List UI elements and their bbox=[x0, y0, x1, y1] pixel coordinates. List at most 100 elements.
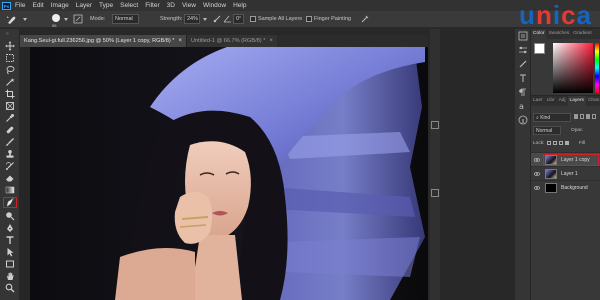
layer-row-layer-1-copy[interactable]: Layer 1 copy bbox=[531, 152, 600, 166]
eraser-tool[interactable] bbox=[3, 172, 17, 183]
menu-type[interactable]: Type bbox=[99, 2, 113, 9]
lasso-tool[interactable] bbox=[3, 64, 17, 75]
brush-tool[interactable] bbox=[3, 136, 17, 147]
panel-dock: a bbox=[515, 29, 531, 300]
close-icon[interactable]: × bbox=[269, 35, 273, 47]
filter-shape-icon[interactable] bbox=[592, 114, 596, 119]
preset-dropdown-icon[interactable] bbox=[20, 14, 30, 24]
healing-brush-tool[interactable] bbox=[3, 124, 17, 135]
gradient-tool[interactable] bbox=[3, 184, 17, 195]
close-icon[interactable]: × bbox=[178, 35, 182, 47]
glyphs-icon[interactable]: a bbox=[518, 101, 528, 111]
visibility-eye-icon[interactable] bbox=[534, 157, 540, 163]
document-tab-active[interactable]: Kang.Seul-gi.full.236256.jpg @ 50% (Laye… bbox=[20, 35, 186, 47]
smudge-tool[interactable] bbox=[3, 197, 17, 208]
filter-type-icon[interactable] bbox=[586, 114, 590, 119]
lock-all-icon[interactable] bbox=[565, 141, 569, 145]
tool-preset-picker[interactable] bbox=[5, 14, 17, 25]
tab-swatches[interactable]: Swatches bbox=[546, 29, 571, 39]
tab-libraries[interactable]: Libr bbox=[545, 96, 557, 106]
layer-row-layer-1[interactable]: Layer 1 bbox=[531, 166, 600, 180]
history-brush-tool[interactable] bbox=[3, 160, 17, 171]
foreground-color-swatch[interactable] bbox=[534, 43, 545, 54]
document-tabs: Kang.Seul-gi.full.236256.jpg @ 50% (Laye… bbox=[20, 35, 428, 47]
visibility-eye-icon[interactable] bbox=[534, 171, 540, 177]
tab-layers[interactable]: Layers bbox=[567, 96, 586, 106]
pressure-size-icon[interactable] bbox=[360, 14, 370, 24]
eyedropper-tool[interactable] bbox=[3, 112, 17, 123]
clone-stamp-tool[interactable] bbox=[3, 148, 17, 159]
crop-tool[interactable] bbox=[3, 88, 17, 99]
layer-row-background[interactable]: Background bbox=[531, 180, 600, 194]
menu-file[interactable]: File bbox=[15, 2, 25, 9]
smudge-preset-icon bbox=[7, 16, 16, 24]
strength-dropdown-icon[interactable] bbox=[201, 15, 209, 23]
menu-select[interactable]: Select bbox=[120, 2, 138, 9]
panel-toggle-icon[interactable] bbox=[431, 121, 439, 129]
history-icon[interactable] bbox=[518, 31, 528, 41]
mode-select[interactable]: Normal bbox=[112, 14, 139, 24]
brush-dropdown-icon[interactable] bbox=[62, 15, 70, 23]
marquee-tool[interactable] bbox=[3, 52, 17, 63]
pen-tool[interactable] bbox=[3, 222, 17, 233]
tab-adjustments[interactable]: Adj bbox=[557, 96, 568, 106]
zoom-icon bbox=[5, 283, 15, 292]
filter-adjustment-icon[interactable] bbox=[580, 114, 584, 119]
paragraph-icon[interactable] bbox=[518, 87, 528, 97]
menu-layer[interactable]: Layer bbox=[76, 2, 92, 9]
canvas-photo bbox=[30, 47, 428, 300]
tab-channels[interactable]: Chan bbox=[586, 96, 600, 106]
gradient-icon bbox=[5, 186, 15, 193]
toolbar-collapse-icon[interactable]: » bbox=[6, 31, 9, 37]
brush-tip-preview[interactable] bbox=[52, 14, 60, 22]
angle-input[interactable]: 0° bbox=[233, 14, 244, 24]
zoom-tool[interactable] bbox=[3, 282, 17, 293]
strength-label: Strength: bbox=[160, 16, 183, 22]
dodge-tool[interactable] bbox=[3, 210, 17, 221]
strength-input[interactable]: 24% bbox=[184, 14, 200, 24]
hue-slider[interactable] bbox=[595, 43, 599, 93]
brush-settings-icon[interactable] bbox=[73, 14, 83, 24]
lock-transparency-icon[interactable] bbox=[547, 141, 551, 145]
type-tool[interactable] bbox=[3, 234, 17, 245]
visibility-eye-icon[interactable] bbox=[534, 185, 540, 191]
brush-settings-icon[interactable] bbox=[518, 59, 528, 69]
tab-gradient[interactable]: Gradient bbox=[571, 29, 593, 39]
menu-help[interactable]: Help bbox=[233, 2, 246, 9]
tab-learn[interactable]: Laer bbox=[531, 96, 545, 106]
menu-edit[interactable]: Edit bbox=[32, 2, 43, 9]
frame-tool[interactable] bbox=[3, 100, 17, 111]
tab-color[interactable]: Color bbox=[531, 29, 547, 39]
panel-toggle-icon[interactable] bbox=[431, 189, 439, 197]
properties-icon[interactable] bbox=[518, 45, 528, 55]
rectangle-tool[interactable] bbox=[3, 258, 17, 269]
type-icon bbox=[6, 235, 14, 244]
menu-view[interactable]: View bbox=[182, 2, 196, 9]
layer-filter-kind[interactable]: ⌕ Kind bbox=[533, 113, 571, 122]
finger-painting-checkbox[interactable] bbox=[306, 16, 312, 22]
blend-mode-select[interactable]: Normal bbox=[533, 126, 561, 135]
menu-3d[interactable]: 3D bbox=[167, 2, 175, 9]
lock-position-icon[interactable] bbox=[559, 141, 563, 145]
move-tool[interactable] bbox=[3, 40, 17, 51]
menu-window[interactable]: Window bbox=[203, 2, 226, 9]
lock-pixels-icon[interactable] bbox=[553, 141, 557, 145]
layer-filter-icons bbox=[574, 114, 598, 121]
magic-wand-tool[interactable] bbox=[3, 76, 17, 87]
sample-all-layers-checkbox[interactable] bbox=[250, 16, 256, 22]
document-canvas[interactable] bbox=[30, 47, 428, 300]
menu-filter[interactable]: Filter bbox=[145, 2, 159, 9]
smudge-icon bbox=[7, 197, 14, 206]
path-selection-tool[interactable] bbox=[3, 246, 17, 257]
color-spectrum-field[interactable] bbox=[553, 43, 593, 93]
menu-image[interactable]: Image bbox=[51, 2, 69, 9]
hand-tool[interactable] bbox=[3, 270, 17, 281]
pressure-icon[interactable] bbox=[212, 14, 222, 24]
info-icon[interactable] bbox=[518, 115, 528, 125]
brand-logo-letter: c bbox=[561, 0, 577, 30]
photoshop-logo: Ps bbox=[2, 1, 11, 10]
filter-pixel-icon[interactable] bbox=[574, 114, 578, 119]
document-tab-inactive[interactable]: Untitled-1 @ 66.7% (RGB/8) * × bbox=[186, 35, 277, 47]
panel-collapse-strip[interactable] bbox=[430, 29, 440, 300]
character-icon[interactable] bbox=[518, 73, 528, 83]
